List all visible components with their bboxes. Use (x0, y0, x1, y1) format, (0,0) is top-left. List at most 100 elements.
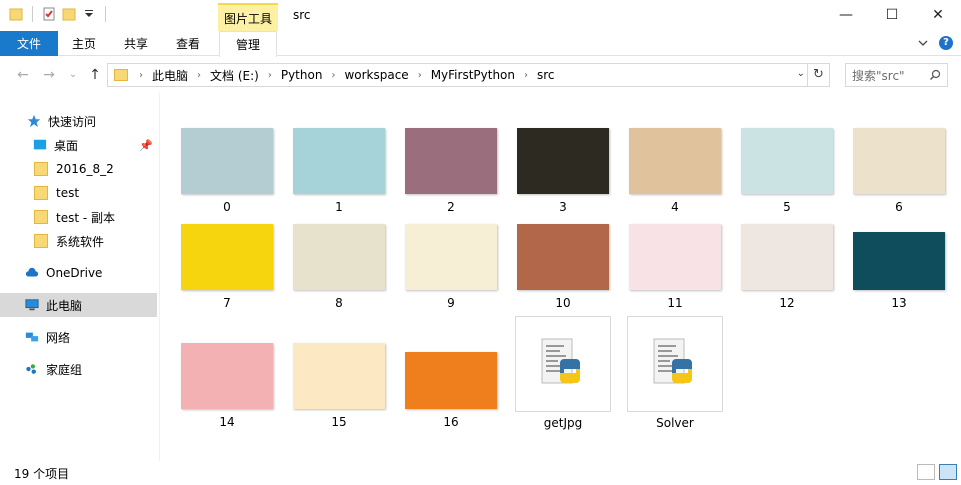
divider (105, 6, 106, 22)
chevron-right-icon[interactable]: › (136, 70, 146, 81)
large-icons-view-icon[interactable] (939, 464, 957, 480)
file-item[interactable]: 0 (181, 128, 273, 214)
sidebar-item-label: test (56, 186, 80, 200)
recent-locations-icon[interactable]: ⌄ (64, 67, 82, 83)
folder-icon (34, 234, 48, 248)
sidebar-item-this-pc[interactable]: 此电脑 (0, 293, 157, 317)
image-thumbnail (517, 128, 609, 194)
breadcrumb-item[interactable]: src (531, 68, 561, 82)
chevron-right-icon[interactable]: › (328, 70, 338, 81)
new-folder-icon[interactable] (61, 6, 77, 22)
sidebar-item-label: 快速访问 (48, 114, 97, 129)
file-item[interactable]: 7 (181, 224, 273, 310)
tab-file[interactable]: 文件 (0, 31, 58, 56)
image-thumbnail (629, 128, 721, 194)
breadcrumb-item[interactable]: workspace (338, 68, 414, 82)
file-item[interactable]: 16 (405, 352, 497, 429)
file-item[interactable]: 3 (517, 128, 609, 214)
file-item[interactable]: 5 (741, 128, 833, 214)
python-file-icon (627, 316, 723, 412)
desktop-icon (33, 139, 47, 150)
file-name: 13 (891, 296, 907, 310)
sidebar-item-label: 2016_8_2 (56, 162, 114, 176)
file-name: 7 (223, 296, 231, 310)
details-view-icon[interactable] (917, 464, 935, 480)
sidebar-item-test[interactable]: test (0, 181, 157, 205)
folder-icon (34, 162, 48, 176)
help-icon[interactable]: ? (939, 36, 953, 50)
file-item[interactable]: 11 (629, 224, 721, 310)
file-item[interactable]: 8 (293, 224, 385, 310)
tab-home[interactable]: 主页 (58, 31, 110, 56)
file-name: 1 (335, 200, 343, 214)
maximize-button[interactable]: ☐ (869, 0, 915, 30)
file-name: 5 (783, 200, 791, 214)
breadcrumb-item[interactable]: Python (275, 68, 329, 82)
chevron-right-icon[interactable]: › (194, 70, 204, 81)
forward-arrow-icon[interactable]: → (40, 67, 58, 83)
image-thumbnail (181, 343, 273, 409)
properties-icon[interactable] (41, 6, 57, 22)
up-arrow-icon[interactable]: ↑ (86, 67, 104, 83)
breadcrumb-item[interactable]: 文档 (E:) (204, 67, 265, 84)
window-title: src (293, 8, 311, 22)
file-item[interactable]: 9 (405, 224, 497, 310)
divider (32, 6, 33, 22)
sidebar-item-quick-access[interactable]: 快速访问 (0, 109, 157, 133)
chevron-right-icon[interactable]: › (521, 70, 531, 81)
sidebar-item-label: 桌面 (54, 138, 79, 153)
breadcrumb: › 此电脑 › 文档 (E:) › Python › workspace › M… (136, 67, 561, 84)
tab-manage[interactable]: 管理 (219, 31, 277, 57)
file-item[interactable]: 6 (853, 128, 945, 214)
sidebar-item-test-copy[interactable]: test - 副本 (0, 205, 157, 229)
file-item[interactable]: 12 (741, 224, 833, 310)
search-input[interactable]: 搜索"src" (845, 63, 948, 87)
file-name: 3 (559, 200, 567, 214)
refresh-icon[interactable]: ↻ (807, 64, 829, 86)
minimize-button[interactable]: — (823, 0, 869, 30)
chevron-right-icon[interactable]: › (415, 70, 425, 81)
file-item[interactable]: 14 (181, 343, 273, 429)
address-bar[interactable]: › 此电脑 › 文档 (E:) › Python › workspace › M… (107, 63, 830, 87)
chevron-right-icon[interactable]: › (265, 70, 275, 81)
sidebar-item-desktop[interactable]: 桌面 📌 (0, 133, 157, 157)
file-item[interactable]: Solver (627, 316, 723, 430)
sidebar-item-network[interactable]: 网络 (0, 325, 157, 349)
breadcrumb-item[interactable]: 此电脑 (146, 67, 194, 84)
image-thumbnail (293, 224, 385, 290)
file-item[interactable]: 2 (405, 128, 497, 214)
chevron-down-icon[interactable] (81, 6, 97, 22)
chevron-down-icon[interactable]: ⌄ (797, 68, 805, 79)
file-item[interactable]: 1 (293, 128, 385, 214)
pin-icon[interactable]: 📌 (139, 139, 153, 152)
breadcrumb-item[interactable]: MyFirstPython (425, 68, 521, 82)
image-thumbnail (181, 224, 273, 290)
sidebar-item-homegroup[interactable]: 家庭组 (0, 357, 157, 381)
file-item[interactable]: getJpg (515, 316, 611, 430)
tab-view[interactable]: 查看 (162, 31, 214, 56)
file-item[interactable]: 4 (629, 128, 721, 214)
close-button[interactable]: ✕ (915, 0, 961, 30)
tab-share[interactable]: 共享 (110, 31, 162, 56)
chevron-down-icon[interactable] (917, 38, 929, 48)
sidebar-item-label: 此电脑 (46, 298, 83, 313)
file-name: Solver (656, 416, 694, 430)
back-arrow-icon[interactable]: ← (14, 67, 32, 83)
star-icon (27, 114, 41, 128)
file-item[interactable]: 10 (517, 224, 609, 310)
sidebar-item-onedrive[interactable]: OneDrive (0, 261, 157, 285)
homegroup-icon (26, 364, 36, 374)
window-controls: — ☐ ✕ (823, 0, 961, 30)
cloud-icon (25, 267, 39, 277)
file-item[interactable]: 15 (293, 343, 385, 429)
picture-tools-header: 图片工具 (218, 3, 278, 31)
file-name: 14 (219, 415, 235, 429)
ribbon: 文件 主页 共享 查看 管理 ? (0, 31, 961, 57)
network-icon (25, 332, 39, 342)
image-thumbnail (853, 128, 945, 194)
sidebar-item-2016-8-2[interactable]: 2016_8_2 (0, 157, 157, 181)
file-name: 16 (443, 415, 459, 429)
sidebar-item-system-software[interactable]: 系统软件 (0, 229, 157, 253)
file-item[interactable]: 13 (853, 232, 945, 310)
search-placeholder: 搜索"src" (852, 68, 905, 83)
